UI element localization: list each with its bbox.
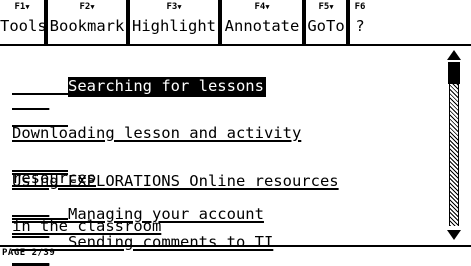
tab-goto-label: GoTo [307, 17, 345, 35]
toolbar-divider [0, 44, 471, 46]
tab-goto[interactable]: F5▼ GoTo [304, 0, 348, 44]
vertical-scrollbar[interactable] [446, 50, 464, 240]
tab-help-label: ? [355, 17, 365, 35]
fkey-label: F5▼ [318, 2, 334, 12]
tab-tools-label: Tools [0, 17, 47, 35]
fkey-label: F1▼ [14, 2, 30, 12]
status-divider [0, 245, 471, 247]
list-item-label: Downloading lesson and activity [12, 124, 302, 142]
content-list: Searching for lessons Downloading lesson… [0, 48, 444, 250]
list-item-label: Using EXPLORATIONS Online resources [12, 172, 339, 190]
list-item-sending-comments[interactable]: Sending comments to TI [12, 220, 436, 265]
tab-highlight[interactable]: F3▼ Highlight [128, 0, 220, 44]
tab-annotate-label: Annotate [224, 17, 300, 35]
scrollbar-track[interactable] [449, 62, 459, 226]
toolbar: F1▼ Tools F2▼ Bookmark F3▼ Highlight F4▼… [0, 0, 471, 44]
tab-help[interactable]: F6 ? [348, 0, 370, 44]
tab-bookmark[interactable]: F2▼ Bookmark [46, 0, 128, 44]
scroll-up-arrow-icon[interactable] [447, 50, 461, 60]
list-item-label: Sending comments to TI [68, 233, 274, 251]
tab-annotate[interactable]: F4▼ Annotate [220, 0, 304, 44]
list-item-label: Searching for lessons [68, 77, 266, 97]
scrollbar-thumb[interactable] [448, 62, 460, 84]
fkey-label: F2▼ [79, 2, 95, 12]
page-indicator: PAGE 2/39 [2, 248, 56, 258]
tab-tools[interactable]: F1▼ Tools [0, 0, 47, 44]
screen: F1▼ Tools F2▼ Bookmark F3▼ Highlight F4▼… [0, 0, 471, 260]
fkey-label: F6 [354, 2, 366, 12]
fkey-label: F4▼ [254, 2, 270, 12]
tab-bookmark-label: Bookmark [49, 17, 125, 35]
tab-highlight-label: Highlight [132, 17, 216, 35]
scroll-down-arrow-icon[interactable] [447, 230, 461, 240]
fkey-label: F3▼ [166, 2, 182, 12]
